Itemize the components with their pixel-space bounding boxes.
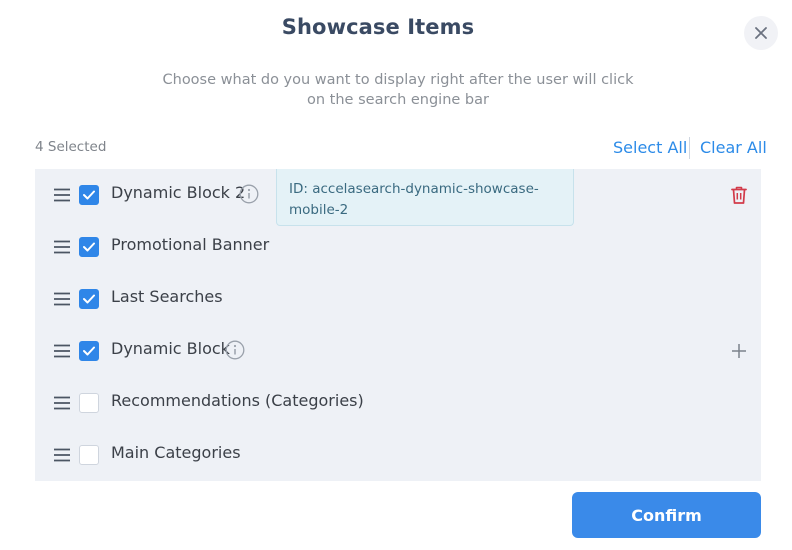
item-checkbox[interactable] bbox=[79, 393, 99, 413]
drag-handle-icon[interactable] bbox=[53, 342, 71, 360]
list-item: Main Categories bbox=[35, 429, 761, 481]
modal-subtitle: Choose what do you want to display right… bbox=[162, 72, 634, 108]
confirm-button[interactable]: Confirm bbox=[572, 492, 761, 538]
tooltip-text: ID: accelasearch-dynamic-showcase-mobile… bbox=[289, 181, 539, 218]
select-all-link[interactable]: Select All bbox=[613, 138, 687, 157]
checkmark-icon bbox=[83, 294, 95, 304]
modal-title: Showcase Items bbox=[281, 15, 475, 39]
checkmark-icon bbox=[83, 242, 95, 252]
list-item: Promotional Banner bbox=[35, 221, 761, 273]
clear-all-link[interactable]: Clear All bbox=[700, 138, 767, 157]
item-checkbox[interactable] bbox=[79, 289, 99, 309]
item-label: Promotional Banner bbox=[111, 235, 270, 254]
selected-count: 4 Selected bbox=[35, 139, 107, 155]
item-label: Last Searches bbox=[111, 287, 223, 306]
item-checkbox[interactable] bbox=[79, 185, 99, 205]
item-checkbox[interactable] bbox=[79, 445, 99, 465]
trash-icon[interactable] bbox=[728, 184, 750, 206]
info-icon[interactable] bbox=[225, 340, 245, 360]
list-item: Recommendations (Categories) bbox=[35, 377, 761, 429]
drag-handle-icon[interactable] bbox=[53, 290, 71, 308]
item-checkbox[interactable] bbox=[79, 341, 99, 361]
item-label: Recommendations (Categories) bbox=[111, 391, 364, 410]
item-checkbox[interactable] bbox=[79, 237, 99, 257]
item-label: Dynamic Block bbox=[111, 339, 230, 358]
item-label: Dynamic Block 2 bbox=[111, 183, 246, 202]
drag-handle-icon[interactable] bbox=[53, 186, 71, 204]
checkmark-icon bbox=[83, 190, 95, 200]
info-icon[interactable] bbox=[239, 184, 259, 204]
plus-icon[interactable] bbox=[728, 340, 750, 362]
list-item: Dynamic Block bbox=[35, 325, 761, 377]
item-label: Main Categories bbox=[111, 443, 241, 462]
drag-handle-icon[interactable] bbox=[53, 238, 71, 256]
item-id-tooltip: ID: accelasearch-dynamic-showcase-mobile… bbox=[276, 169, 574, 226]
close-icon bbox=[755, 27, 767, 39]
drag-handle-icon[interactable] bbox=[53, 446, 71, 464]
checkmark-icon bbox=[83, 346, 95, 356]
list-item: Last Searches bbox=[35, 273, 761, 325]
link-divider bbox=[689, 137, 690, 159]
close-button[interactable] bbox=[744, 16, 778, 50]
drag-handle-icon[interactable] bbox=[53, 394, 71, 412]
